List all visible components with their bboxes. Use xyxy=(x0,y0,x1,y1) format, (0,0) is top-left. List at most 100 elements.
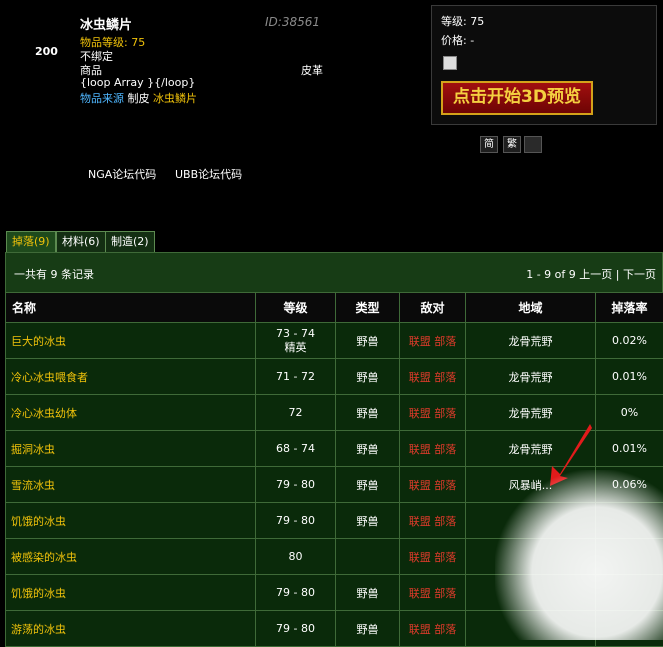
npc-hostility: 联盟 部落 xyxy=(400,539,466,575)
alliance-label: 联盟 xyxy=(409,407,431,420)
npc-hostility: 联盟 部落 xyxy=(400,611,466,647)
record-count: 一共有 9 条记录 xyxy=(14,266,94,282)
col-hostile-header[interactable]: 敌对 xyxy=(400,293,466,323)
col-level-header[interactable]: 等级 xyxy=(256,293,336,323)
watermark xyxy=(495,470,663,640)
horde-label: 部落 xyxy=(434,371,456,384)
npc-type: 野兽 xyxy=(336,395,400,431)
npc-level-range: 79 - 80 xyxy=(276,622,315,635)
npc-name-link[interactable]: 被感染的冰虫 xyxy=(6,539,256,575)
pager-prev[interactable]: 上一页 xyxy=(579,268,612,281)
npc-type xyxy=(336,539,400,575)
alliance-label: 联盟 xyxy=(409,623,431,636)
npc-rank: 精英 xyxy=(285,341,307,354)
npc-zone[interactable]: 龙骨荒野 xyxy=(466,359,596,395)
npc-level: 80 xyxy=(256,539,336,575)
drop-rate: 0.01% xyxy=(596,359,663,395)
npc-name-link[interactable]: 巨大的冰虫 xyxy=(6,323,256,359)
horde-label: 部落 xyxy=(434,479,456,492)
npc-level-range: 79 - 80 xyxy=(276,478,315,491)
item-level-value: 75 xyxy=(131,36,145,49)
npc-hostility: 联盟 部落 xyxy=(400,395,466,431)
horde-label: 部落 xyxy=(434,623,456,636)
item-source: 物品来源 制皮 冰虫鳞片 xyxy=(80,90,197,106)
drop-rate: 0.01% xyxy=(596,431,663,467)
npc-hostility: 联盟 部落 xyxy=(400,431,466,467)
tab-material[interactable]: 材料(6) xyxy=(56,231,106,252)
pager-sep: | xyxy=(616,268,620,281)
npc-hostility: 联盟 部落 xyxy=(400,503,466,539)
broken-image-icon xyxy=(443,56,457,70)
tab-drop[interactable]: 掉落(9) xyxy=(6,231,56,252)
alliance-label: 联盟 xyxy=(409,587,431,600)
col-type-header[interactable]: 类型 xyxy=(336,293,400,323)
npc-level-range: 68 - 74 xyxy=(276,442,315,455)
npc-level: 79 - 80 xyxy=(256,503,336,539)
item-loop-text: {loop Array }{/loop} xyxy=(80,76,195,89)
npc-type: 野兽 xyxy=(336,575,400,611)
horde-label: 部落 xyxy=(434,515,456,528)
npc-type: 野兽 xyxy=(336,431,400,467)
npc-hostility: 联盟 部落 xyxy=(400,323,466,359)
npc-name-link[interactable]: 饥饿的冰虫 xyxy=(6,575,256,611)
npc-level-range: 79 - 80 xyxy=(276,514,315,527)
npc-level-range: 72 xyxy=(289,406,303,419)
npc-type: 野兽 xyxy=(336,611,400,647)
npc-level: 79 - 80 xyxy=(256,467,336,503)
item-count: 200 xyxy=(35,45,58,58)
npc-level-range: 73 - 74 xyxy=(276,327,315,340)
npc-level: 68 - 74 xyxy=(256,431,336,467)
npc-level-range: 79 - 80 xyxy=(276,586,315,599)
horde-label: 部落 xyxy=(434,587,456,600)
npc-hostility: 联盟 部落 xyxy=(400,359,466,395)
npc-hostility: 联盟 部落 xyxy=(400,575,466,611)
table-header-row: 名称 等级 类型 敌对 地域 掉落率 xyxy=(6,293,663,323)
source-item-link[interactable]: 冰虫鳞片 xyxy=(153,92,197,105)
npc-hostility: 联盟 部落 xyxy=(400,467,466,503)
item-subcategory: 皮革 xyxy=(301,62,323,78)
3d-preview-button[interactable]: 点击开始3D预览 xyxy=(441,81,593,115)
simplified-button[interactable]: 简 xyxy=(480,136,498,153)
npc-name-link[interactable]: 掘洞冰虫 xyxy=(6,431,256,467)
npc-level: 73 - 74精英 xyxy=(256,323,336,359)
npc-name-link[interactable]: 游荡的冰虫 xyxy=(6,611,256,647)
npc-name-link[interactable]: 雪流冰虫 xyxy=(6,467,256,503)
source-method: 制皮 xyxy=(128,92,150,105)
npc-type: 野兽 xyxy=(336,467,400,503)
npc-level-range: 71 - 72 xyxy=(276,370,315,383)
pager-next[interactable]: 下一页 xyxy=(623,268,656,281)
panel-level: 等级: 75 xyxy=(441,13,484,29)
alliance-label: 联盟 xyxy=(409,335,431,348)
col-rate-header[interactable]: 掉落率 xyxy=(596,293,663,323)
source-label[interactable]: 物品来源 xyxy=(80,92,124,105)
drop-rate: 0.02% xyxy=(596,323,663,359)
npc-name-link[interactable]: 饥饿的冰虫 xyxy=(6,503,256,539)
blank-button[interactable] xyxy=(524,136,542,153)
npc-level: 79 - 80 xyxy=(256,611,336,647)
npc-name-link[interactable]: 冷心冰虫喂食者 xyxy=(6,359,256,395)
npc-zone[interactable]: 龙骨荒野 xyxy=(466,323,596,359)
pager: 1 - 9 of 9 上一页 | 下一页 xyxy=(526,266,656,282)
npc-type: 野兽 xyxy=(336,323,400,359)
traditional-button[interactable]: 繁 xyxy=(503,136,521,153)
npc-level: 79 - 80 xyxy=(256,575,336,611)
npc-level: 72 xyxy=(256,395,336,431)
nga-code-link[interactable]: NGA论坛代码 xyxy=(88,166,156,182)
panel-price: 价格: - xyxy=(441,32,474,48)
npc-type: 野兽 xyxy=(336,359,400,395)
item-name: 冰虫鳞片 xyxy=(80,14,132,33)
horde-label: 部落 xyxy=(434,407,456,420)
col-zone-header[interactable]: 地域 xyxy=(466,293,596,323)
table-row: 巨大的冰虫73 - 74精英野兽联盟 部落龙骨荒野0.02% xyxy=(6,323,663,359)
horde-label: 部落 xyxy=(434,443,456,456)
item-id: ID:38561 xyxy=(265,15,320,29)
col-name-header[interactable]: 名称 xyxy=(6,293,256,323)
alliance-label: 联盟 xyxy=(409,515,431,528)
npc-name-link[interactable]: 冷心冰虫幼体 xyxy=(6,395,256,431)
npc-level: 71 - 72 xyxy=(256,359,336,395)
npc-type: 野兽 xyxy=(336,503,400,539)
tab-craft[interactable]: 制造(2) xyxy=(105,231,155,252)
alliance-label: 联盟 xyxy=(409,371,431,384)
alliance-label: 联盟 xyxy=(409,551,431,564)
ubb-code-link[interactable]: UBB论坛代码 xyxy=(175,166,242,182)
